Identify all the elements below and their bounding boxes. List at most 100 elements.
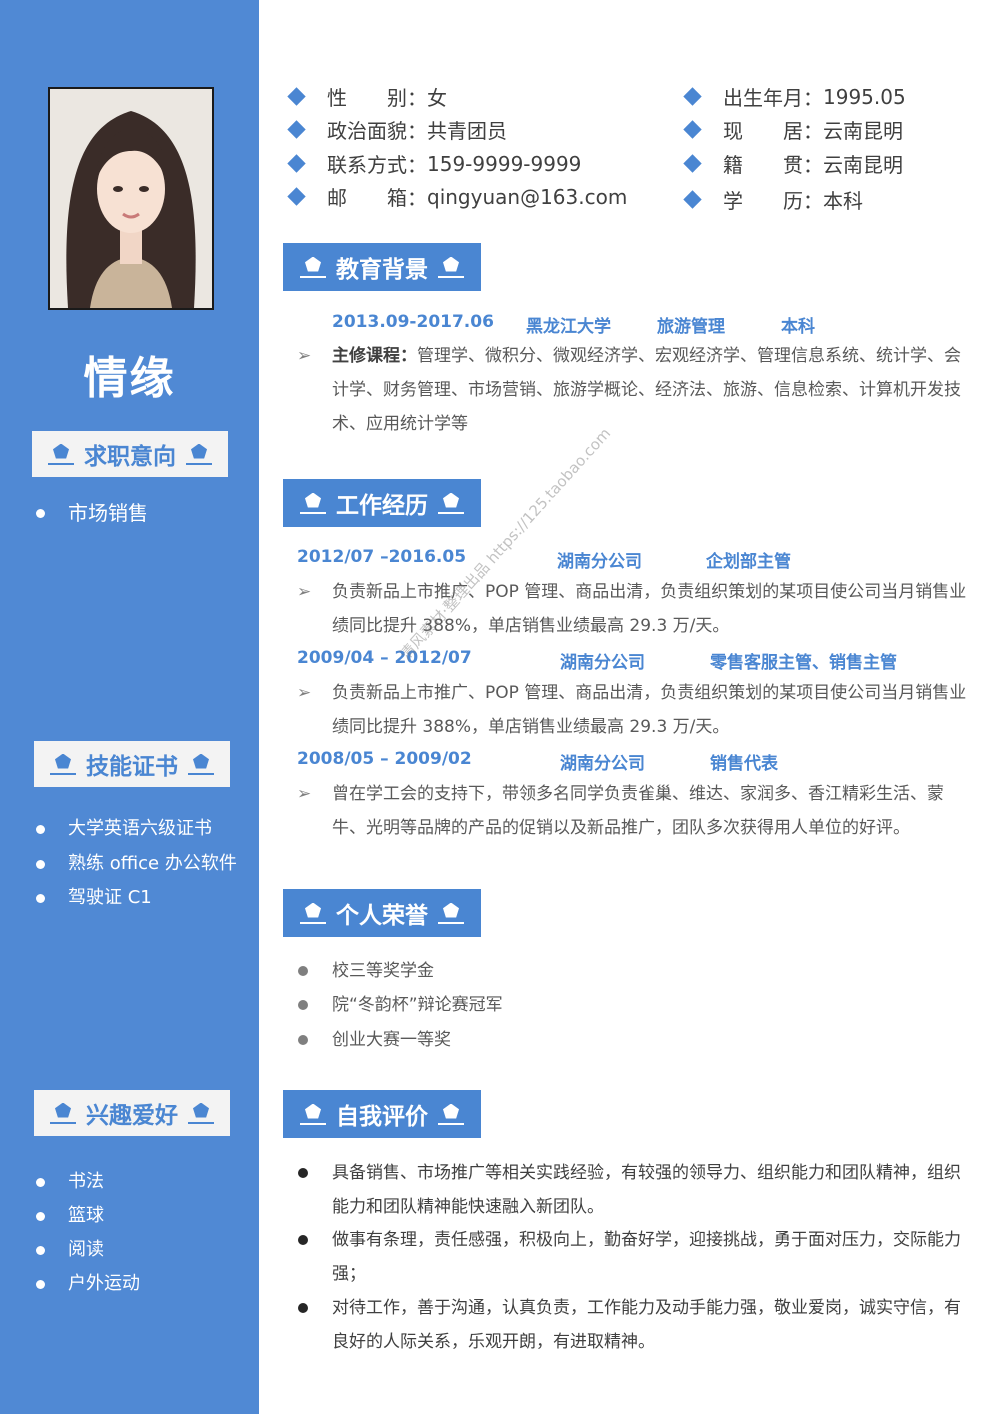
info-phone: 联系方式： 159-9999-9999 <box>287 149 581 178</box>
pentagon-icon <box>188 753 214 775</box>
hobbies-heading: 兴趣爱好 <box>34 1090 230 1136</box>
info-value: 1995.05 <box>823 84 906 109</box>
info-label: 性 别 <box>327 86 407 110</box>
arrow-bullet-icon: ➢ <box>297 784 312 804</box>
bullet-dot-icon <box>298 1303 308 1313</box>
info-label: 政治面貌 <box>327 119 407 143</box>
bullet-dot-icon <box>298 1235 308 1245</box>
pentagon-icon <box>300 492 326 514</box>
info-label: 现 居 <box>723 119 803 143</box>
intent-title: 求职意向 <box>84 444 176 470</box>
info-value: 云南昆明 <box>823 153 903 177</box>
info-value: 女 <box>427 86 447 110</box>
hobby-item: 户外运动 <box>34 1267 140 1301</box>
job-description-text: 负责新品上市推广、POP 管理、商品出清，负责组织策划的某项目使公司当月销售业绩… <box>332 683 967 737</box>
skills-title: 技能证书 <box>86 754 178 780</box>
honor-item: 校三等奖学金 <box>297 954 969 988</box>
bullet-dot-icon <box>298 1035 308 1045</box>
education-courses: ➢ 主修课程：管理学、微积分、微观经济学、宏观经济学、管理信息系统、统计学、会计… <box>297 339 969 441</box>
courses-text: 管理学、微积分、微观经济学、宏观经济学、管理信息系统、统计学、会计学、财务管理、… <box>332 346 961 434</box>
intent-list: 市场销售 <box>34 500 148 526</box>
arrow-bullet-icon: ➢ <box>297 683 312 703</box>
skills-heading: 技能证书 <box>34 741 230 787</box>
diamond-icon <box>287 87 306 106</box>
intent-item: 市场销售 <box>34 500 148 526</box>
skills-list: 大学英语六级证书 熟练 office 办公软件 驾驶证 C1 <box>34 812 237 916</box>
job-description: ➢ 负责新品上市推广、POP 管理、商品出清，负责组织策划的某项目使公司当月销售… <box>297 575 969 643</box>
job-description-text: 曾在学工会的支持下，带领多名同学负责雀巢、维达、家润多、香江精彩生活、蒙牛、光明… <box>332 784 944 838</box>
education-major: 旅游管理 <box>657 317 725 337</box>
education-period: 2013.09-2017.06 <box>332 312 494 332</box>
courses-label: 主修课程： <box>332 346 417 366</box>
pentagon-icon <box>300 902 326 924</box>
pentagon-icon <box>438 902 464 924</box>
info-value[interactable]: 159-9999-9999 <box>427 152 581 176</box>
job-role: 企划部主管 <box>706 552 791 572</box>
info-birth: 出生年月： 1995.05 <box>683 82 906 111</box>
diamond-icon <box>287 154 306 173</box>
self-eval-text: 具备销售、市场推广等相关实践经验，有较强的领导力、组织能力和团队精神，组织能力和… <box>332 1163 961 1217</box>
info-value: 本科 <box>823 189 863 213</box>
info-value[interactable]: qingyuan@163.com <box>427 185 627 209</box>
job-description: ➢ 曾在学工会的支持下，带领多名同学负责雀巢、维达、家润多、香江精彩生活、蒙牛、… <box>297 777 969 845</box>
hobbies-list: 书法 篮球 阅读 户外运动 <box>34 1165 140 1301</box>
info-email: 邮 箱： qingyuan@163.com <box>287 182 627 211</box>
pentagon-icon <box>300 1103 326 1125</box>
work-heading: 工作经历 <box>283 479 481 527</box>
info-value: 共青团员 <box>427 119 507 143</box>
hobby-item: 书法 <box>34 1165 140 1199</box>
job-period: 2012/07 –2016.05 <box>297 547 467 567</box>
pentagon-icon <box>438 492 464 514</box>
bullet-dot-icon <box>298 966 308 976</box>
skill-item: 驾驶证 C1 <box>34 881 237 916</box>
hobby-item: 篮球 <box>34 1199 140 1233</box>
job-period: 2008/05 – 2009/02 <box>297 749 472 769</box>
job-role: 零售客服主管、销售主管 <box>710 653 897 673</box>
bullet-dot-icon <box>298 1168 308 1178</box>
pentagon-icon <box>300 256 326 278</box>
self-eval-heading: 自我评价 <box>283 1090 481 1138</box>
education-school: 黑龙江大学 <box>526 317 611 337</box>
skill-item: 熟练 office 办公软件 <box>34 847 237 882</box>
self-eval-text: 做事有条理，责任感强，积极向上，勤奋好学，迎接挑战，勇于面对压力，交际能力强； <box>332 1230 961 1284</box>
job-description: ➢ 负责新品上市推广、POP 管理、商品出清，负责组织策划的某项目使公司当月销售… <box>297 676 969 744</box>
self-eval-item: 做事有条理，责任感强，积极向上，勤奋好学，迎接挑战，勇于面对压力，交际能力强； <box>297 1223 969 1291</box>
job-company: 湖南分公司 <box>560 653 645 673</box>
self-eval-text: 对待工作，善于沟通，认真负责，工作能力及动手能力强，敬业爱岗，诚实守信，有良好的… <box>332 1298 961 1352</box>
bullet-dot-icon <box>298 1000 308 1010</box>
honor-text: 创业大赛一等奖 <box>332 1030 451 1050</box>
info-gender: 性 别：女 <box>287 82 447 111</box>
info-value: 云南昆明 <box>823 119 903 143</box>
education-title: 教育背景 <box>336 257 428 283</box>
skill-item: 大学英语六级证书 <box>34 812 237 847</box>
self-eval-title: 自我评价 <box>336 1104 428 1130</box>
honors-heading: 个人荣誉 <box>283 889 481 937</box>
hobby-item: 阅读 <box>34 1233 140 1267</box>
honor-item: 创业大赛一等奖 <box>297 1023 969 1057</box>
info-label: 联系方式 <box>327 153 407 177</box>
pentagon-icon <box>438 1103 464 1125</box>
diamond-icon <box>683 87 702 106</box>
diamond-icon <box>683 154 702 173</box>
diamond-icon <box>287 187 306 206</box>
education-degree: 本科 <box>781 317 815 337</box>
info-label: 籍 贯 <box>723 153 803 177</box>
diamond-icon <box>683 190 702 209</box>
pentagon-icon <box>186 443 212 465</box>
job-company: 湖南分公司 <box>560 754 645 774</box>
work-title: 工作经历 <box>336 493 428 519</box>
honor-text: 院“冬韵杯”辩论赛冠军 <box>332 995 503 1015</box>
info-hometown: 籍 贯：云南昆明 <box>683 149 903 178</box>
portrait-image <box>50 89 212 308</box>
job-period: 2009/04 – 2012/07 <box>297 648 472 668</box>
info-label: 出生年月 <box>723 86 803 110</box>
info-politics: 政治面貌：共青团员 <box>287 115 507 144</box>
profile-photo <box>48 87 214 310</box>
info-residence: 现 居：云南昆明 <box>683 115 903 144</box>
info-label: 学 历 <box>723 189 803 213</box>
education-heading: 教育背景 <box>283 243 481 291</box>
info-label: 邮 箱 <box>327 186 407 210</box>
self-eval-item: 对待工作，善于沟通，认真负责，工作能力及动手能力强，敬业爱岗，诚实守信，有良好的… <box>297 1291 969 1359</box>
pentagon-icon <box>438 256 464 278</box>
job-company: 湖南分公司 <box>557 552 642 572</box>
